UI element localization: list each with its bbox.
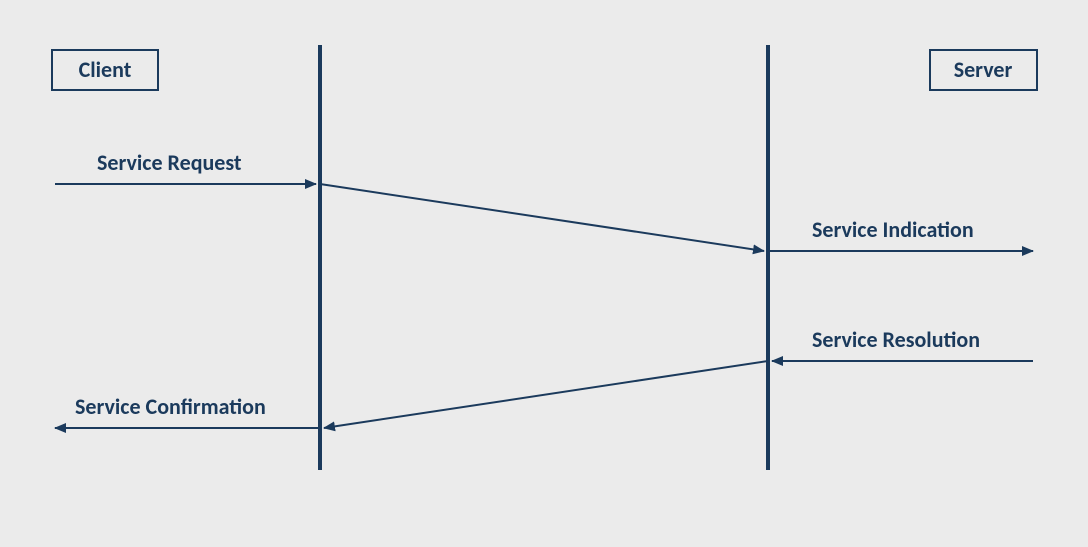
label-service-confirmation: Service Confirmation <box>75 393 266 420</box>
arrow-client-to-server <box>320 184 764 251</box>
label-service-resolution: Service Resolution <box>812 326 980 353</box>
label-service-indication: Service Indication <box>812 216 974 243</box>
client-label: Client <box>79 56 132 83</box>
arrow-server-to-client <box>324 361 768 428</box>
sequence-diagram: Client Server Service Request Service In… <box>0 0 1088 547</box>
label-service-request: Service Request <box>97 149 242 176</box>
server-label: Server <box>954 56 1013 83</box>
